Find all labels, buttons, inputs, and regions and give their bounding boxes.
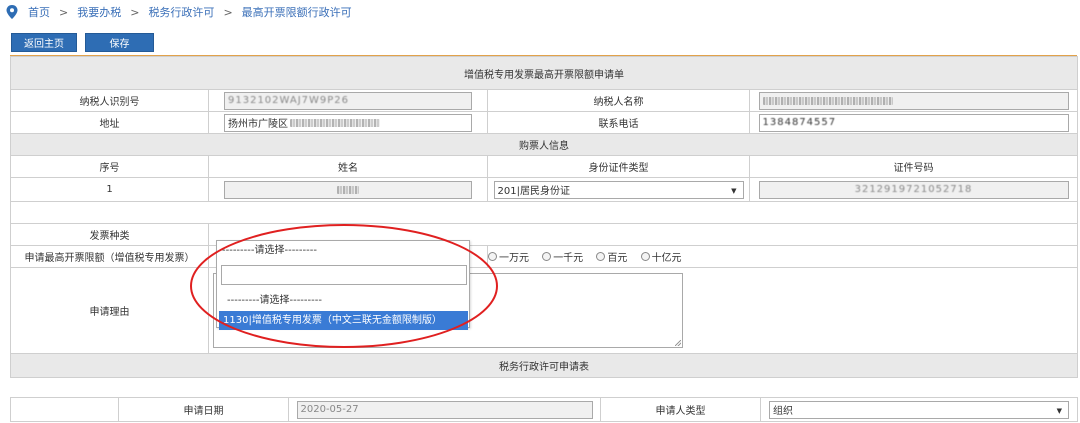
breadcrumb-separator: > (59, 5, 69, 19)
dropdown-search-input[interactable] (221, 265, 467, 285)
dropdown-selected[interactable]: ---------请选择--------- (219, 243, 467, 258)
applicant-type-select[interactable]: 组织 ▼ (769, 400, 1069, 419)
form-title: 增值税专用发票最高开票限额申请单 (10, 56, 1078, 90)
redacted-name (762, 96, 893, 105)
limit-radio-10k[interactable]: 一万元 (488, 249, 529, 264)
permit-row-table: 申请日期 2020-05-27 申请人类型 组织 ▼ (10, 397, 1078, 422)
application-form: 增值税专用发票最高开票限额申请单 纳税人识别号 9132102WAJ7W9P26… (10, 56, 1078, 378)
breadcrumb-current[interactable]: 最高开票限额行政许可 (242, 4, 352, 20)
id-type-select[interactable]: 201|居民身份证 ▼ (493, 180, 744, 199)
address-field[interactable]: 扬州市广陵区 (224, 113, 472, 132)
dropdown-option[interactable]: ---------请选择--------- (219, 291, 468, 310)
resize-grip-icon[interactable] (675, 340, 681, 346)
breadcrumb-permit[interactable]: 税务行政许可 (148, 4, 214, 20)
apply-date-label: 申请日期 (118, 397, 289, 422)
applicant-type-label: 申请人类型 (600, 397, 761, 422)
taxpayer-name-label: 纳税人名称 (487, 89, 750, 112)
permit-section-header: 税务行政许可申请表 (10, 353, 1078, 378)
col-seq: 序号 (10, 155, 209, 178)
back-home-button[interactable]: 返回主页 (11, 33, 77, 52)
limit-label: 申请最高开票限额（增值税专用发票） (10, 245, 209, 268)
limit-radio-100[interactable]: 百元 (596, 249, 627, 264)
id-number-field[interactable]: 3212919721052718 (758, 180, 1069, 199)
breadcrumb: 首页 > 我要办税 > 税务行政许可 > 最高开票限额行政许可 (6, 3, 352, 21)
breadcrumb-separator: > (223, 5, 233, 19)
col-name: 姓名 (208, 155, 488, 178)
limit-radio-group: 一万元 一千元 百元 十亿元 (488, 252, 692, 264)
taxpayer-id-label: 纳税人识别号 (10, 89, 209, 112)
apply-date-field[interactable]: 2020-05-27 (296, 400, 593, 419)
taxpayer-name-field[interactable] (758, 91, 1069, 110)
breadcrumb-home[interactable]: 首页 (28, 4, 50, 20)
empty-row (10, 201, 1078, 224)
taxpayer-id-field[interactable]: 9132102WAJ7W9P26 (224, 91, 472, 110)
limit-radio-1k[interactable]: 一千元 (542, 249, 583, 264)
breadcrumb-tax[interactable]: 我要办税 (77, 4, 121, 20)
chevron-down-icon: ▼ (1056, 406, 1062, 415)
invoice-type-dropdown[interactable]: ---------请选择--------- ---------请选择------… (216, 240, 470, 330)
location-pin-icon (6, 5, 18, 19)
chevron-down-icon: ▼ (731, 186, 737, 195)
address-label: 地址 (10, 111, 209, 134)
col-id-type: 身份证件类型 (487, 155, 750, 178)
buyer-section-header: 购票人信息 (10, 133, 1078, 156)
row-seq: 1 (10, 177, 209, 202)
phone-label: 联系电话 (487, 111, 750, 134)
reason-label: 申请理由 (10, 267, 209, 354)
redacted-address (290, 118, 380, 127)
buyer-name-field[interactable] (224, 180, 472, 199)
redacted-buyer-name (337, 185, 359, 194)
phone-field[interactable]: 1384874557 (758, 113, 1069, 132)
col-id-no: 证件号码 (749, 155, 1078, 178)
invoice-type-label: 发票种类 (10, 223, 209, 246)
limit-radio-1b[interactable]: 十亿元 (640, 249, 682, 264)
dropdown-option-highlighted[interactable]: 1130|增值税专用发票（中文三联无金额限制版） (219, 311, 468, 330)
save-button[interactable]: 保存 (85, 33, 154, 52)
breadcrumb-separator: > (130, 5, 140, 19)
